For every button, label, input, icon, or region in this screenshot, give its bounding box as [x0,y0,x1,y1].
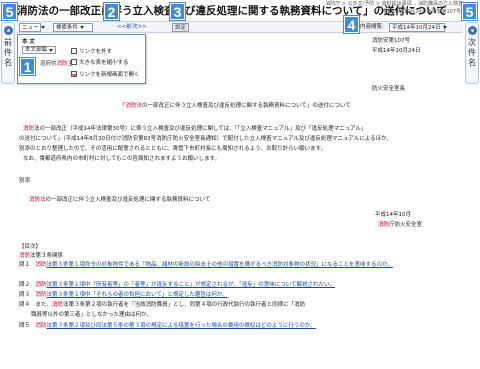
callout-badge-5-right: 5 [462,3,477,20]
signature-org: 消防庁防火安全室 [378,220,422,228]
q4-keyword: 消防 [52,302,64,308]
section-text: 法第３条関係 [30,253,64,259]
q1-link[interactable]: 法第３条第１項命令の対象物件である「物品、諸材の新設の除去その他の措置を講ずるべ… [47,262,393,268]
popup-header: 本 文 [22,39,35,45]
ref-date: 平成14年10月24日 [372,48,421,54]
sender: 防火安全室長 [372,86,406,92]
callout-badge-4: 4 [344,16,359,33]
callout-badge-5: 5 [2,3,17,20]
callout-badge-3: 3 [170,3,185,20]
snippet-prefix: 道府県 [40,61,57,67]
date-line: (平成14年10月24日消防安第107号) [380,9,463,15]
appendix-keyword: 消防法 [29,197,46,203]
appendix-text: の一部改正に伴う立入検査及び違反処理に関する執務資料について [45,197,211,203]
arrow-up-icon [3,26,13,35]
jump-select[interactable]: 平成14年10月24日 [389,23,447,32]
section-select[interactable]: 本文部編 [22,46,57,54]
q4-prefix: また、 [35,302,53,308]
popup-snippet: 道府県 消防主 [40,59,73,67]
subject-keyword: 消防法 [125,103,143,109]
q5-link[interactable]: 法第３条第２項及び同法第５条の第３項の規定による措置を行った場合の費用の徴収はど… [47,323,316,329]
option-label: 大きな表を縮小する [79,60,129,66]
callout-badge-2: 2 [104,3,119,20]
q2-label: 問２ [19,282,31,288]
question-2[interactable]: 問２ 消防法第３条第１項中「所有者等」の「者等」が違反すること」が想定されるが、… [19,280,335,288]
display-options-popup: 本 文 本文部編 リンクを外す 大きな表を縮小する リンクを新規画面で開く 道府… [17,34,146,84]
breadcrumb[interactable]: 消防庁 > 公示文/予防 > 資料提出事項... 消防職員の立入検査 [325,0,463,7]
paragraph-2: の送付について」（平成14年8月30日付け消防安第83号消防庁防火安全室長通知）… [19,136,392,142]
section-header: 消防法第３条関係 [19,251,63,259]
menu-select-label: ニュー [22,25,39,31]
prev-link[interactable]: <<前 [117,23,132,32]
q3-link[interactable]: 法第３条第１項中「それらの者の負担において」と規定した趣旨は何か。 [47,292,228,298]
paragraph-1: 消防法の一部改正（平成14年法律第30号）に係う立入検査及び違反処理に関しては、… [23,124,366,132]
chevron-down-icon [80,26,85,29]
search-select[interactable]: 検索条件 [53,23,93,32]
settings-button[interactable]: 設定 [172,23,190,32]
question-4[interactable]: 問４ また、消防法第３条第２項の執行者を「当該消防職員」とし、同第４項の行政代執… [19,300,305,308]
ref-number: 消防安第107号 [372,38,410,44]
question-4-cont: 職員等以外の第三者」としなかった理由は何か。 [31,312,152,318]
arrow-down-icon [467,26,477,35]
q4-text: 法第３条第２項の執行者を「当該消防職員」とし、同第４項の行政代執行の執行者と同様… [63,302,306,308]
paragraph-4: なお、貴都道府県内の市町村に対してもこの旨周知されますようお願いします。 [23,156,221,162]
question-3[interactable]: 問３ 消防法第３条第１項中「それらの者の負担において」と規定した趣旨は何か。 [19,290,228,298]
chevron-down-icon [49,48,54,52]
section-keyword: 消防 [19,253,31,259]
next-item-nav[interactable]: 次件名 [465,22,479,84]
q3-keyword: 消防 [35,292,47,298]
option-shrink-tables[interactable]: 大きな表を縮小する [71,58,129,66]
question-5[interactable]: 問５ 消防法第３条第２項及び同法第５条の第３項の規定による措置を行った場合の費用… [19,321,316,329]
para1-keyword: 消防 [23,126,35,132]
snippet-suffix: 主 [67,61,74,67]
signature-keyword: 消防 [378,222,390,228]
chevron-down-icon [40,26,45,29]
subject-line: 「消防法の一部改正に伴う立入検査及び違反処理に関する執務資料について」の送付につ… [120,103,351,109]
subject-text: の一部改正に伴う立入検査及び違反処理に関する執務資料について」の送付について [142,103,351,109]
title-bar: 消防法の一部改正に伴う立入検査及び違反処理に関する執務資料について」の送付につい… [17,0,463,20]
q4-label: 問４ [19,302,31,308]
q5-keyword: 消防 [35,323,47,329]
chevron-down-icon [442,26,447,29]
option-remove-links[interactable]: リンクを外す [71,47,112,55]
signature-text: 庁防火安全室 [389,222,423,228]
q5-label: 問５ [19,323,31,329]
para1-text: 法の一部改正（平成14年法律第30号）に係う立入検査及び違反処理に関しては、「「… [34,126,367,132]
q1-keyword: 消防 [35,262,47,268]
prev-item-nav[interactable]: 前件名 [1,22,15,84]
option-open-new-window[interactable]: リンクを新規画面で開く [71,70,140,78]
section-select-label: 本文部編 [25,46,48,53]
menu-select[interactable]: ニュー [19,23,45,32]
snippet-keyword: 消防 [56,61,68,67]
q1-label: 問１ [19,262,31,268]
signature-date: 平成14年10月 [375,212,411,218]
prev-item-label: 前件名 [3,38,13,68]
toolbar: ニュー 検索条件 <<前 次>> 設定 内容閲覧: 平成14年10月24日 [17,21,463,33]
checkbox[interactable] [71,48,77,54]
option-label: リンクを新規画面で開く [79,72,140,78]
question-1[interactable]: 問１ 消防法第３条第１項命令の対象物件である「物品、諸材の新設の除去その他の措置… [19,260,393,268]
document-body: 消防安第107号 平成14年10月24日 防火安全室長 「消防法の一部改正に伴う… [17,34,463,369]
settings-label: 設定 [175,25,187,31]
q3-label: 問３ [19,292,31,298]
search-select-label: 検索条件 [56,25,79,31]
jump-select-label: 平成14年10月24日 [392,25,441,31]
callout-badge-1: 1 [20,58,35,75]
next-item-label: 次件名 [467,38,477,68]
option-label: リンクを外す [79,49,113,55]
appendix-title: 消防法の一部改正に伴う立入検査及び違反処理に関する執務資料について [29,195,210,203]
next-link[interactable]: 次>> [132,23,147,32]
jump-label: 内容閲覧: [360,24,384,30]
q2-link[interactable]: 法第３条第１項中「所有者等」の「者等」が違反すること」が想定されるが、「違反」の… [47,282,335,288]
q2-keyword: 消防 [35,282,47,288]
toc-heading: 【目次】 [19,244,42,250]
paragraph-3: 別添のとおり整理したので、その活用に配意されるとともに、貴管下市町村長にも周知さ… [19,146,327,152]
appendix-label: 別添 [19,178,31,184]
checkbox-checked[interactable] [71,71,77,77]
